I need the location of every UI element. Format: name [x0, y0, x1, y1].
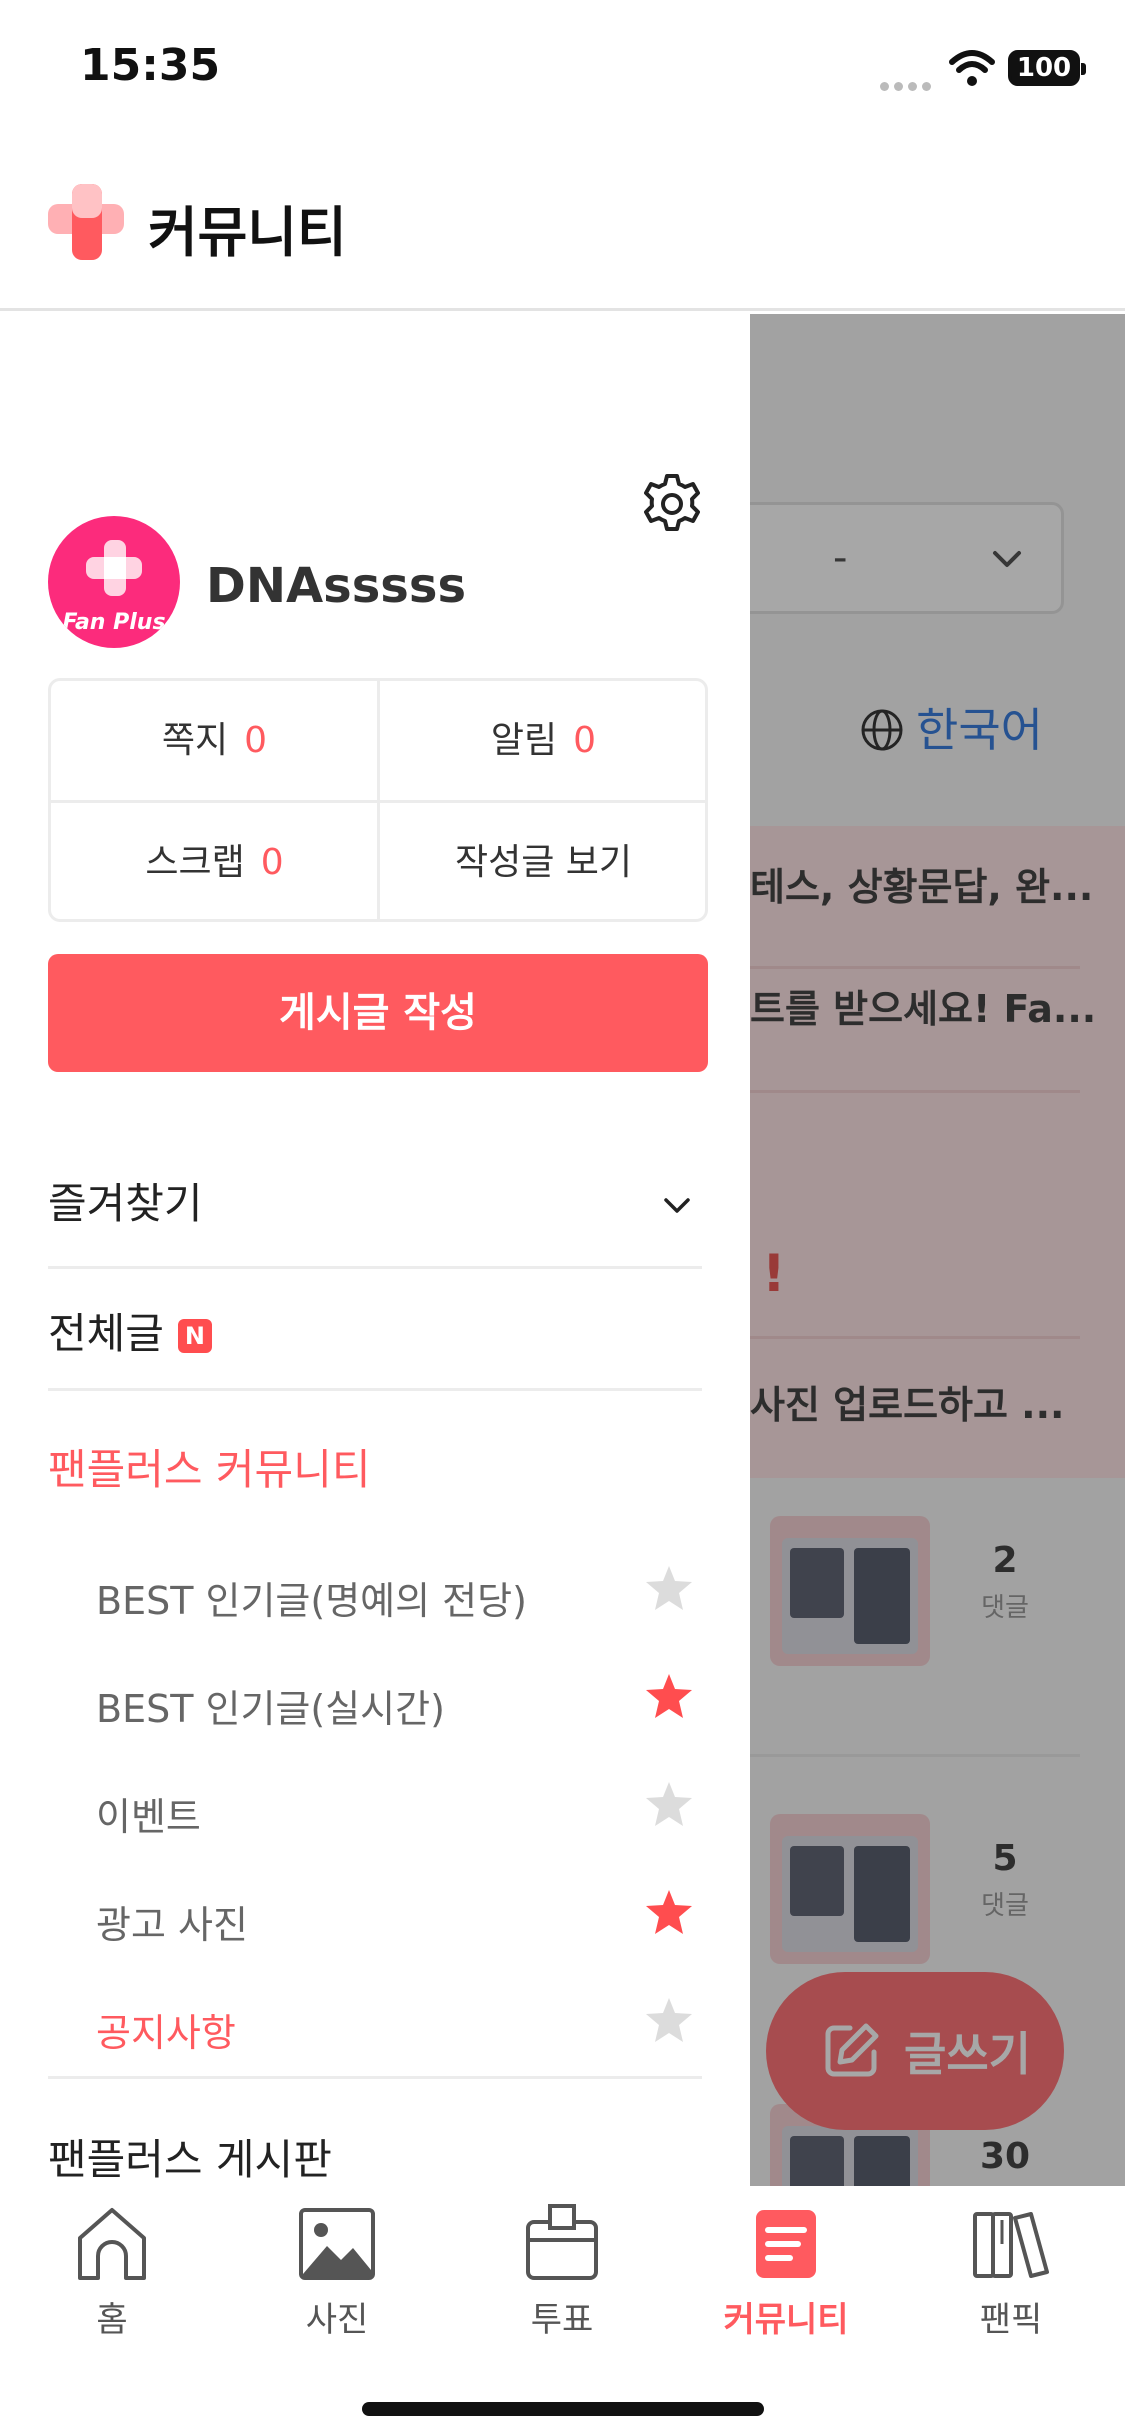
favorites-toggle[interactable]: 즐겨찾기 [48, 1170, 203, 1231]
menu-item-event[interactable]: 이벤트 [96, 1786, 201, 1841]
community-icon [756, 2210, 816, 2278]
tab-vote[interactable]: 투표 [482, 2204, 642, 2341]
vote-icon [526, 2204, 598, 2280]
divider [48, 1266, 702, 1269]
page-title: 커뮤니티 [148, 201, 347, 264]
star-filled-icon[interactable] [644, 1888, 694, 1936]
all-posts-label: 전체글 [48, 1309, 164, 1358]
app-header: 커뮤니티 [0, 140, 1125, 311]
notifications-button[interactable]: 알림 0 [380, 681, 707, 800]
scrap-button[interactable]: 스크랩 0 [51, 803, 378, 922]
home-icon [78, 2208, 146, 2280]
menu-item-best-realtime[interactable]: BEST 인기글(실시간) [96, 1678, 445, 1733]
battery-indicator: 100 [1008, 50, 1086, 86]
bottom-nav: 홈 사진 투표 커뮤니티 팬픽 [0, 2186, 1125, 2436]
drawer-scrim[interactable] [750, 314, 1125, 2186]
settings-gear-icon[interactable] [640, 472, 704, 536]
menu-item-best-hall[interactable]: BEST 인기글(명예의 전당) [96, 1570, 527, 1625]
chevron-down-icon[interactable] [660, 1188, 694, 1222]
community-section-title[interactable]: 팬플러스 커뮤니티 [48, 1436, 370, 1497]
home-indicator [362, 2402, 764, 2416]
star-icon[interactable] [644, 1996, 694, 2044]
status-bar: 15:35 100 [0, 0, 1125, 140]
divider [48, 2076, 702, 2079]
tab-home[interactable]: 홈 [32, 2204, 192, 2341]
board-section-title[interactable]: 팬플러스 게시판 [48, 2126, 332, 2186]
new-badge: N [177, 1319, 212, 1353]
fanplus-logo-icon [86, 540, 142, 596]
wifi-icon [949, 50, 995, 86]
tab-fanfic[interactable]: 팬픽 [931, 2204, 1091, 2341]
all-posts-link[interactable]: 전체글 N [48, 1300, 212, 1361]
messages-button[interactable]: 쪽지 0 [51, 681, 378, 800]
write-post-button[interactable]: 게시글 작성 [48, 954, 708, 1072]
divider [51, 800, 705, 803]
avatar[interactable]: Fan Plus [48, 516, 180, 648]
books-icon [973, 2212, 1049, 2278]
divider [48, 1388, 702, 1391]
star-filled-icon[interactable] [644, 1672, 694, 1720]
avatar-brand-text: Fan Plus [62, 610, 166, 635]
menu-item-ad-photo[interactable]: 광고 사진 [96, 1894, 248, 1949]
menu-item-notice[interactable]: 공지사항 [96, 2002, 236, 2057]
star-icon[interactable] [644, 1564, 694, 1612]
tab-community[interactable]: 커뮤니티 [706, 2204, 866, 2341]
signal-dots-icon [880, 76, 936, 91]
my-posts-button[interactable]: 작성글 보기 [380, 803, 707, 922]
stats-grid: 쪽지 0 알림 0 스크랩 0 작성글 보기 [48, 678, 708, 922]
side-drawer: Fan Plus DNAsssss 쪽지 0 알림 0 스크랩 0 작성글 보기 게시… [0, 314, 750, 2186]
app-logo-icon [48, 184, 124, 260]
status-time: 15:35 [80, 40, 221, 91]
star-icon[interactable] [644, 1780, 694, 1828]
username: DNAsssss [206, 558, 467, 614]
photo-icon [299, 2208, 375, 2280]
tab-photo[interactable]: 사진 [257, 2204, 417, 2341]
